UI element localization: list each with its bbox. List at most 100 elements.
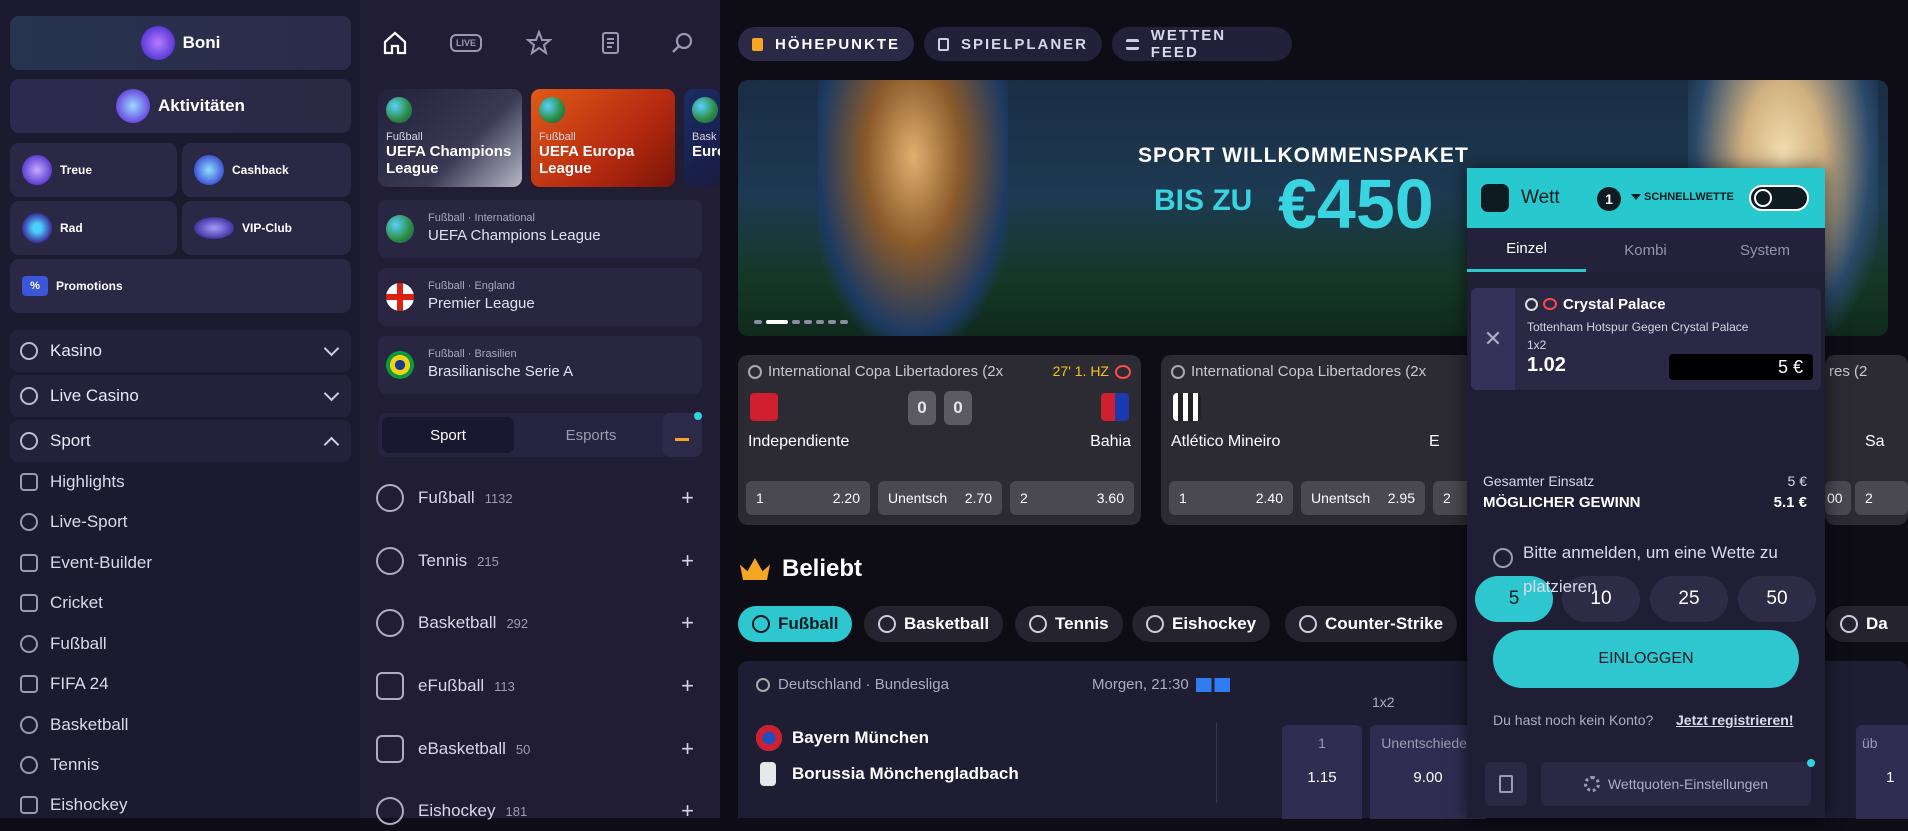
bet-selection: Crystal Palace <box>1563 296 1666 313</box>
event-odd-more[interactable]: üb 1 <box>1856 725 1908 819</box>
login-button[interactable]: EINLOGGEN <box>1493 630 1799 688</box>
live-icon[interactable]: LIVE <box>450 34 482 52</box>
banner-pagination[interactable] <box>754 320 864 324</box>
league-card-ucl[interactable]: Fußball UEFA Champions League <box>378 89 522 187</box>
possible-win-value: 5.1 € <box>1773 494 1807 511</box>
section-title-beliebt: Beliebt <box>782 555 863 582</box>
sport-item-basketball[interactable]: Basketball <box>20 710 128 740</box>
odds-settings-label: Wettquoten-Einstellungen <box>1607 776 1769 792</box>
tab-hoehepunkte[interactable]: HÖHEPUNKTE <box>738 27 914 61</box>
plus-icon[interactable]: + <box>681 485 694 511</box>
toggle-esports[interactable]: Esports <box>518 417 664 453</box>
league-name: UEFA Champions League <box>386 143 512 177</box>
league-card-uel[interactable]: Fußball UEFA Europa League <box>531 89 675 187</box>
hockey-icon <box>20 796 38 814</box>
plus-icon[interactable]: + <box>681 610 694 636</box>
sport-tennis[interactable]: Tennis 215 + <box>376 541 706 581</box>
home-team: Independiente <box>748 433 850 450</box>
football-icon <box>752 615 770 633</box>
sport-ebasketball[interactable]: eBasketball 50 + <box>376 729 706 769</box>
aktivitaeten-button[interactable]: Aktivitäten <box>10 79 351 133</box>
odd-value: 1.15 <box>1307 769 1337 786</box>
sport-item-fifa[interactable]: FIFA 24 <box>20 669 109 699</box>
rad-tile[interactable]: Rad <box>10 201 177 255</box>
globe-icon <box>386 215 414 243</box>
boni-button[interactable]: Boni <box>10 16 351 70</box>
quick-bet-toggle[interactable] <box>1749 185 1809 211</box>
sport-item-tennis[interactable]: Tennis <box>20 750 99 780</box>
match-card[interactable]: res (2 Sa 00 2 <box>1825 355 1908 525</box>
odd-button-x[interactable]: Unentsch 2.70 <box>878 481 1002 515</box>
sport-item-highlights[interactable]: Highlights <box>20 467 125 497</box>
odds-settings-button[interactable]: Wettquoten-Einstellungen <box>1541 762 1811 806</box>
remove-bet-close-icon[interactable]: ✕ <box>1471 288 1515 390</box>
gear-icon <box>1583 776 1600 792</box>
tab-einzel[interactable]: Einzel <box>1467 228 1586 272</box>
odd-button-x[interactable]: Unentsch 2.95 <box>1301 481 1425 515</box>
league-row-ucl[interactable]: Fußball · International UEFA Champions L… <box>378 200 702 258</box>
tab-wetten-feed[interactable]: WETTEN FEED <box>1112 27 1292 61</box>
category-basketball[interactable]: Basketball <box>864 606 1004 642</box>
sport-item-label: Event-Builder <box>50 553 153 572</box>
search-icon[interactable] <box>670 30 696 56</box>
betslip-icon[interactable] <box>598 30 624 56</box>
caret-down-icon[interactable] <box>1631 194 1641 200</box>
category-eishockey[interactable]: Eishockey <box>1132 606 1271 642</box>
tab-kombi[interactable]: Kombi <box>1586 228 1705 272</box>
live-signal-icon <box>1543 298 1557 310</box>
odd-button-1[interactable]: 1 2.20 <box>746 481 870 515</box>
register-link[interactable]: Jetzt registrieren! <box>1676 712 1793 728</box>
league-row-premier-league[interactable]: Fußball · England Premier League <box>378 268 702 326</box>
promotions-tile[interactable]: % Promotions <box>10 259 351 313</box>
league-row-serie-a[interactable]: Fußball · Brasilien Brasilianische Serie… <box>378 336 702 394</box>
category-counter-strike[interactable]: Counter-Strike <box>1285 606 1458 642</box>
clear-betslip-button[interactable] <box>1485 762 1527 806</box>
sport-efussball[interactable]: eFußball 113 + <box>376 666 706 706</box>
odd-button-1[interactable]: 1 2.40 <box>1169 481 1293 515</box>
stake-input[interactable]: 5 € <box>1669 354 1813 380</box>
nav-live-casino[interactable]: Live Casino <box>10 375 351 417</box>
football-icon <box>1171 365 1185 379</box>
home-icon[interactable] <box>382 30 408 56</box>
sport-item-cricket[interactable]: Cricket <box>20 588 103 618</box>
sport-item-event-builder[interactable]: Event-Builder <box>20 548 152 578</box>
nav-kasino[interactable]: Kasino <box>10 330 351 372</box>
odd-button-x[interactable]: 00 <box>1825 481 1851 515</box>
ufo-icon <box>194 217 234 239</box>
toggle-sport[interactable]: Sport <box>382 417 514 453</box>
category-tennis[interactable]: Tennis <box>1015 606 1123 642</box>
sport-eishockey[interactable]: Eishockey 181 + <box>376 791 706 831</box>
category-fussball[interactable]: Fußball <box>738 606 853 642</box>
sport-item-live-sport[interactable]: Live-Sport <box>20 507 127 537</box>
list-icon <box>1126 38 1139 50</box>
plus-icon[interactable]: + <box>681 673 694 699</box>
star-icon[interactable] <box>526 30 552 56</box>
treue-tile[interactable]: Treue <box>10 143 177 197</box>
banner-amount: €450 <box>1278 165 1434 243</box>
odd-value: 3.60 <box>1096 490 1124 506</box>
basketball-icon <box>20 716 38 734</box>
event-odd-1[interactable]: 1 1.15 <box>1282 725 1362 819</box>
cashback-tile[interactable]: Cashback <box>182 143 351 197</box>
plus-icon[interactable]: + <box>681 736 694 762</box>
odd-button-2[interactable]: 2 <box>1855 481 1908 515</box>
betslip-header[interactable]: Wett 1 SCHNELLWETTE <box>1467 168 1825 228</box>
sport-fussball[interactable]: Fußball 1132 + <box>376 478 706 518</box>
league-card-euro[interactable]: Bask Euro <box>684 89 720 187</box>
plus-icon[interactable]: + <box>681 548 694 574</box>
lightning-icon <box>1754 189 1772 207</box>
tab-system[interactable]: System <box>1705 228 1825 272</box>
bet-market: 1x2 <box>1527 338 1547 352</box>
odd-button-2[interactable]: 2 3.60 <box>1010 481 1134 515</box>
globe-icon <box>386 97 412 123</box>
tab-spielplaner[interactable]: SPIELPLANER <box>924 27 1102 61</box>
bet-match: Tottenham Hotspur Gegen Crystal Palace <box>1527 320 1749 334</box>
vip-club-tile[interactable]: VIP-Club <box>182 201 351 255</box>
nav-sport[interactable]: Sport <box>10 420 351 462</box>
category-more[interactable]: Da <box>1826 606 1908 642</box>
sport-basketball[interactable]: Basketball 292 + <box>376 603 706 643</box>
plus-icon[interactable]: + <box>681 798 694 824</box>
sport-item-fussball[interactable]: Fußball <box>20 629 107 659</box>
sport-item-eishockey[interactable]: Eishockey <box>20 790 127 820</box>
match-card[interactable]: International Copa Libertadores (2x 27' … <box>738 355 1141 525</box>
